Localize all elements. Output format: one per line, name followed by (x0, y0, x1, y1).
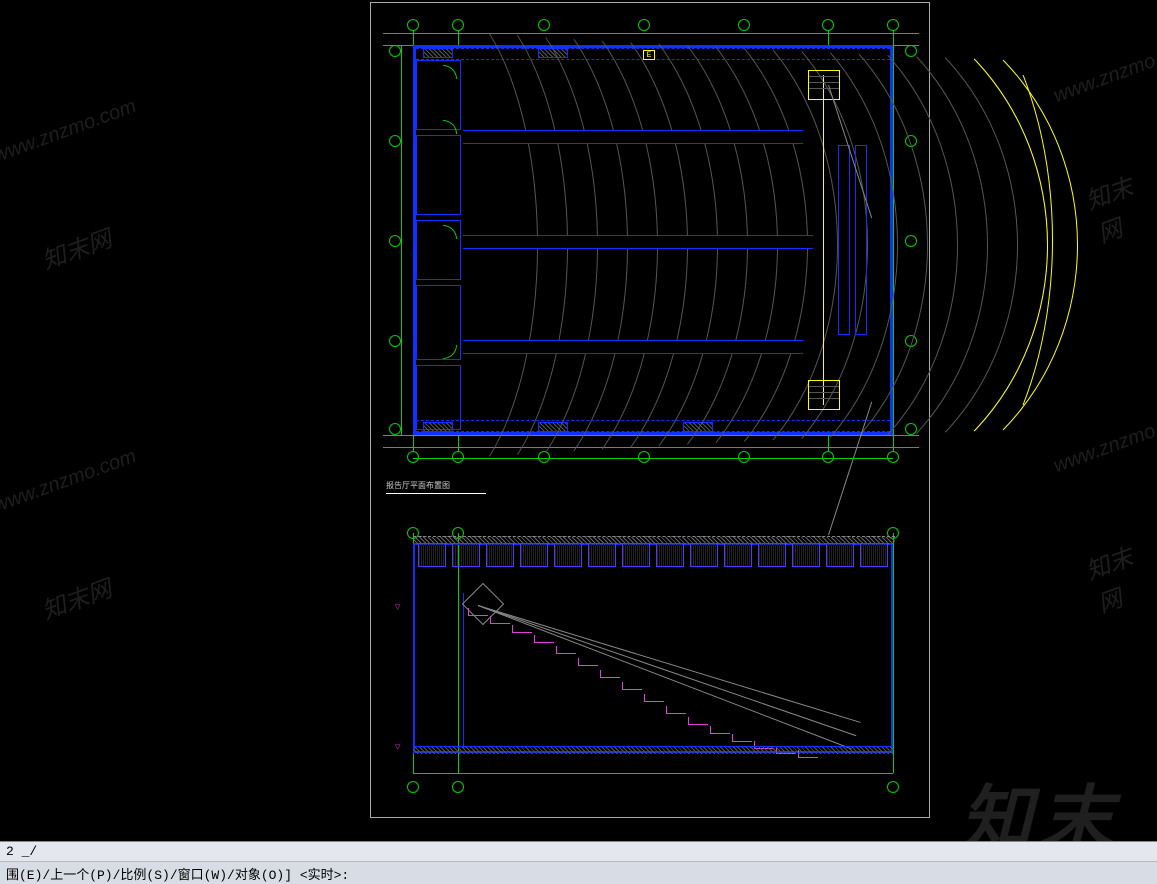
dimension-line (413, 458, 893, 459)
watermark-brand: 知末网 (1080, 161, 1157, 250)
ceiling-bay (656, 543, 684, 567)
command-area: 2 _/ 围(E)/上一个(P)/比例(S)/窗口(W)/对象(O)] <实时>… (0, 841, 1157, 884)
watermark-brand: 知末网 (36, 219, 116, 277)
ceiling-bay (418, 543, 446, 567)
ceiling-bay (826, 543, 854, 567)
section-room (416, 593, 464, 748)
ceiling-bay (452, 543, 480, 567)
elevation-marker: ▽ (395, 603, 400, 612)
cad-viewport[interactable]: E (0, 0, 1157, 820)
ceiling-bay (758, 543, 786, 567)
dimension-line (413, 773, 893, 774)
section-wall (413, 543, 893, 753)
floor-slab (413, 746, 893, 754)
ceiling-structure (418, 543, 888, 567)
watermark-text: www.znzmo.com (1051, 35, 1157, 108)
ceiling-bay (622, 543, 650, 567)
command-history-text: 2 _/ (6, 844, 37, 859)
ceiling-bay (486, 543, 514, 567)
command-input[interactable] (349, 866, 1151, 881)
watermark-text: www.znzmo.com (0, 95, 139, 168)
command-prompt-row: 围(E)/上一个(P)/比例(S)/窗口(W)/对象(O)] <实时>: (0, 862, 1157, 884)
command-prompt-label: 围(E)/上一个(P)/比例(S)/窗口(W)/对象(O)] <实时>: (6, 864, 349, 883)
grid-bubble (887, 781, 899, 793)
grid-bubble (452, 781, 464, 793)
drawing-sheet: E (370, 2, 930, 818)
dimension-line (401, 45, 402, 435)
plan-title: 报告厅平面布置图 (386, 478, 486, 494)
stage-edge (823, 75, 883, 405)
plan-title-text: 报告厅平面布置图 (386, 482, 450, 491)
aisle (463, 130, 803, 144)
ceiling-bay (520, 543, 548, 567)
podium-table (838, 145, 850, 335)
aisle (463, 340, 803, 354)
ceiling-bay (554, 543, 582, 567)
command-history-line: 2 _/ (0, 842, 1157, 862)
ceiling-bay (792, 543, 820, 567)
section-view: ▽ ▽ (383, 533, 919, 803)
watermark-text: www.znzmo.com (0, 445, 139, 518)
ceiling-bay (690, 543, 718, 567)
ceiling-bay (588, 543, 616, 567)
watermark-brand: 知末网 (1080, 531, 1157, 620)
grid-line (893, 533, 894, 773)
watermark-brand: 知末网 (36, 569, 116, 627)
aisle (463, 235, 813, 249)
ceiling-bay (860, 543, 888, 567)
stage-stairs (808, 70, 840, 100)
watermark-text: www.znzmo.com (1051, 405, 1157, 478)
plan-view: E (383, 15, 919, 465)
stage-stairs (808, 380, 840, 410)
ceiling-bay (724, 543, 752, 567)
grid-bubble (407, 781, 419, 793)
elevation-marker: ▽ (395, 743, 400, 752)
